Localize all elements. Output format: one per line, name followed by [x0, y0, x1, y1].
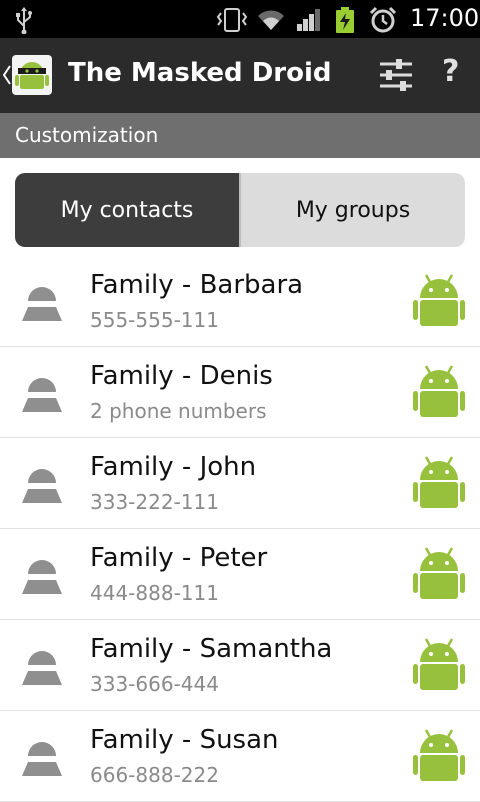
list-item[interactable]: Family - Denis 2 phone numbers [0, 347, 480, 438]
usb-icon [16, 7, 32, 34]
status-bar: 17:00 [0, 0, 480, 38]
app-title: The Masked Droid [68, 58, 332, 88]
contact-avatar-icon [22, 742, 62, 776]
list-item[interactable]: Family - Peter 444-888-111 [0, 529, 480, 620]
settings-sliders-icon[interactable] [378, 57, 414, 93]
list-item[interactable]: Family - John 333-222-111 [0, 438, 480, 529]
tab-my-contacts[interactable]: My contacts [15, 173, 239, 247]
tab-my-groups[interactable]: My groups [239, 173, 465, 247]
list-item[interactable]: Family - Samantha 333-666-444 [0, 620, 480, 711]
contact-detail: 333-222-111 [90, 490, 219, 514]
alarm-icon [369, 6, 397, 33]
contact-name: Family - Barbara [90, 270, 304, 300]
android-droid-icon [413, 638, 465, 690]
contact-detail: 555-555-111 [90, 308, 219, 332]
contact-avatar-icon [22, 651, 62, 685]
contact-avatar-icon [22, 560, 62, 594]
contact-avatar-icon [22, 469, 62, 503]
contact-detail: 666-888-222 [90, 763, 219, 787]
list-item[interactable]: Family - Barbara 555-555-111 [0, 256, 480, 347]
section-header: Customization [0, 113, 480, 158]
status-time: 17:00 [410, 4, 480, 32]
contact-detail: 444-888-111 [90, 581, 219, 605]
app-logo-icon[interactable] [12, 55, 52, 95]
vibrate-icon [216, 8, 248, 32]
action-bar: The Masked Droid ? [0, 38, 480, 113]
android-droid-icon [413, 547, 465, 599]
signal-icon [297, 9, 320, 31]
contact-avatar-icon [22, 378, 62, 412]
battery-charging-icon [336, 7, 354, 33]
contact-avatar-icon [22, 287, 62, 321]
contact-name: Family - John [90, 452, 257, 482]
contact-list: Family - Barbara 555-555-111 Family - De… [0, 256, 480, 802]
contact-detail: 2 phone numbers [90, 399, 267, 423]
wifi-icon [258, 10, 284, 30]
contact-name: Family - Samantha [90, 634, 333, 664]
help-icon[interactable]: ? [442, 54, 459, 89]
android-droid-icon [413, 456, 465, 508]
contact-name: Family - Peter [90, 543, 268, 573]
android-droid-icon [413, 729, 465, 781]
back-caret-icon[interactable] [2, 64, 12, 86]
segmented-tabs: My contacts My groups [15, 173, 465, 247]
contact-name: Family - Denis [90, 361, 273, 391]
android-droid-icon [413, 274, 465, 326]
contact-name: Family - Susan [90, 725, 279, 755]
android-droid-icon [413, 365, 465, 417]
list-item[interactable]: Family - Susan 666-888-222 [0, 711, 480, 802]
contact-detail: 333-666-444 [90, 672, 219, 696]
section-header-label: Customization [15, 123, 159, 147]
